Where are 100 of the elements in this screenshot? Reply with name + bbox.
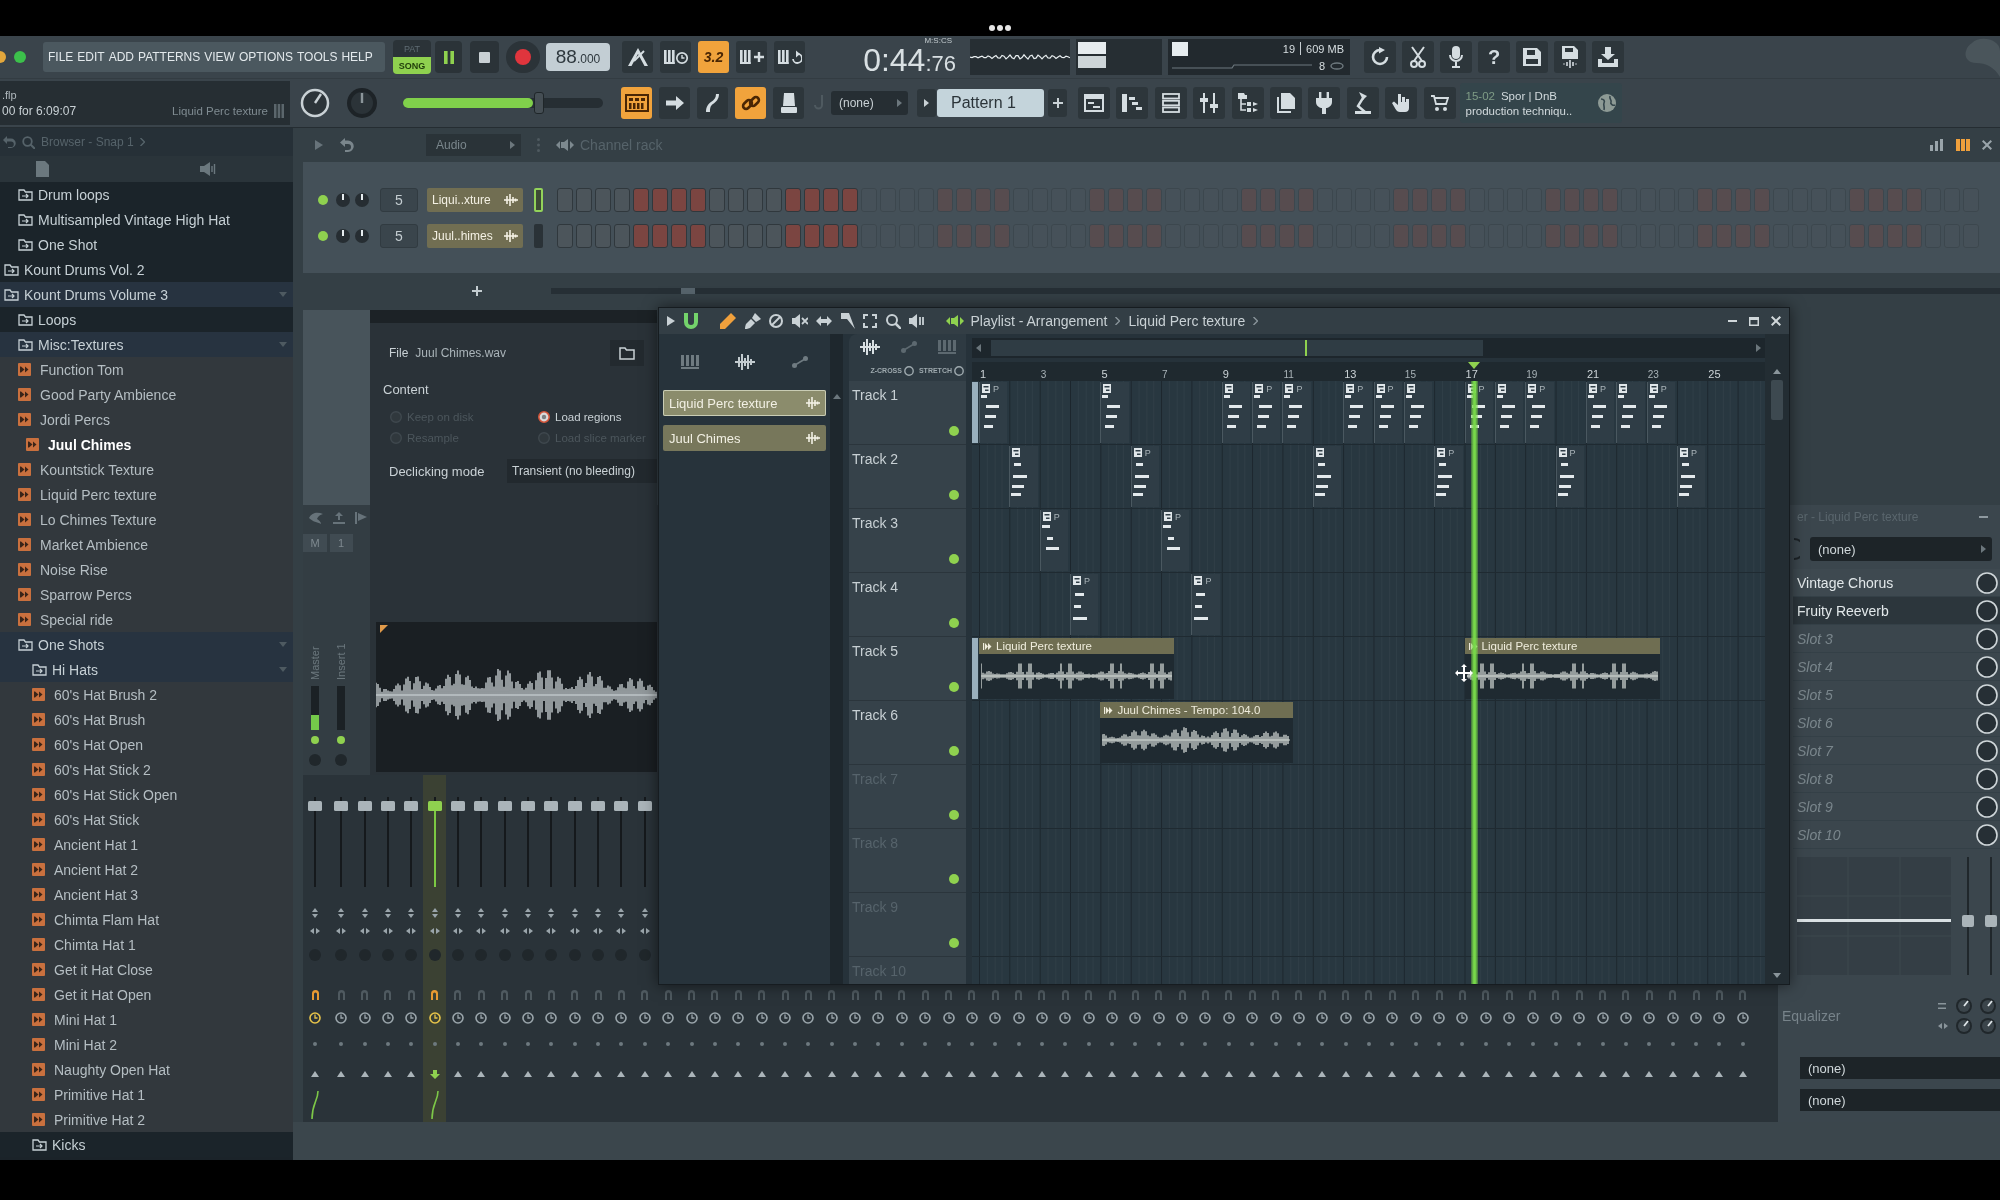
step-button[interactable] — [804, 224, 820, 248]
channel-button[interactable]: Liqui..xture — [427, 188, 523, 212]
triangle-icon[interactable] — [1692, 1071, 1700, 1077]
send-switch-icon[interactable] — [618, 990, 625, 1000]
send-switch-icon[interactable] — [407, 990, 415, 1000]
ring-icon[interactable] — [825, 1012, 838, 1024]
triangle-icon[interactable] — [757, 1071, 766, 1077]
zoom-icon[interactable] — [885, 313, 901, 329]
ring-icon[interactable] — [498, 1012, 511, 1024]
pattern-clip[interactable]: P — [1677, 446, 1706, 507]
pattern-clip[interactable]: P — [1191, 574, 1220, 635]
fader[interactable] — [614, 797, 629, 887]
pattern-clip[interactable]: P — [1555, 446, 1584, 507]
up-down-arrows-icon[interactable] — [501, 908, 508, 918]
upload-icon[interactable] — [333, 512, 345, 524]
toggle-button[interactable] — [735, 87, 766, 119]
audio-clip[interactable]: Liquid Perc texture — [1464, 638, 1660, 699]
arrow-right-icon[interactable] — [1756, 344, 1761, 352]
fader[interactable] — [544, 797, 559, 887]
ring-icon[interactable] — [309, 1012, 321, 1024]
filter-dropdown[interactable]: Audio — [426, 133, 521, 156]
dropdown[interactable]: (none) — [831, 91, 908, 115]
browser-item[interactable]: Get it Hat Open — [0, 982, 293, 1007]
dropdown[interactable]: Transient (no bleeding) — [507, 459, 657, 483]
pattern-play-button[interactable] — [917, 89, 936, 117]
window-button[interactable] — [1193, 87, 1226, 119]
browser-item[interactable]: Ancient Hat 1 — [0, 832, 293, 857]
pattern-clip[interactable]: P — [1373, 382, 1402, 443]
toggle-button[interactable] — [774, 41, 805, 73]
send-switch-icon[interactable] — [898, 990, 906, 1000]
up-down-arrows-icon[interactable] — [408, 908, 415, 918]
triangle-icon[interactable] — [1178, 1071, 1187, 1077]
up-down-arrows-icon[interactable] — [384, 908, 391, 918]
dot-icon[interactable] — [1390, 1042, 1395, 1046]
pencil-icon[interactable] — [720, 313, 736, 329]
fader[interactable] — [637, 797, 652, 887]
knob[interactable] — [336, 229, 350, 243]
ring-icon[interactable] — [1433, 1012, 1446, 1024]
ring-icon[interactable] — [919, 1012, 932, 1024]
speaker-icon[interactable] — [909, 314, 925, 328]
send-switch-icon[interactable] — [734, 990, 742, 1000]
left-right-arrows-icon[interactable] — [546, 928, 557, 934]
led-icon[interactable] — [949, 810, 959, 820]
window-button[interactable] — [1385, 87, 1418, 119]
send-switch-icon[interactable] — [991, 990, 999, 1000]
ring-icon[interactable] — [1199, 1012, 1212, 1024]
dot-icon[interactable] — [1203, 1042, 1208, 1046]
triangle-icon[interactable] — [1598, 1071, 1607, 1077]
up-down-arrows-icon[interactable] — [312, 908, 318, 918]
knob[interactable] — [1980, 998, 1996, 1014]
ring-icon[interactable] — [708, 1012, 721, 1024]
send-switch-icon[interactable] — [1692, 990, 1700, 1000]
triangle-icon[interactable] — [734, 1071, 743, 1077]
menu-item[interactable]: PATTERNS — [138, 50, 201, 64]
ring-icon[interactable] — [1526, 1012, 1539, 1024]
knob[interactable] — [1976, 767, 1998, 790]
dot-icon[interactable] — [455, 1042, 460, 1046]
fader[interactable] — [474, 797, 489, 887]
knob[interactable] — [336, 193, 350, 207]
triangle-icon[interactable] — [640, 1071, 649, 1077]
step-button[interactable] — [652, 188, 668, 212]
effect-slot[interactable]: Fruity Reeverb — [1793, 597, 2000, 625]
fader[interactable] — [450, 797, 465, 887]
triangle-icon[interactable] — [1318, 1071, 1327, 1077]
window-button[interactable] — [1269, 87, 1302, 119]
send-switch-icon[interactable] — [454, 990, 462, 1000]
menu-item[interactable]: TOOLS — [296, 50, 338, 64]
input-dropdown[interactable]: (none) — [1810, 537, 1992, 561]
dot-icon[interactable] — [783, 1042, 787, 1046]
send-switch-icon[interactable] — [664, 990, 672, 1000]
pattern-clip[interactable]: P — [1585, 382, 1615, 443]
ring-icon[interactable] — [1596, 1012, 1609, 1024]
step-button[interactable] — [709, 188, 725, 212]
ring-icon[interactable] — [872, 1012, 885, 1024]
ring-icon[interactable] — [1643, 1012, 1656, 1024]
triangle-icon[interactable] — [1388, 1071, 1397, 1077]
dot-icon[interactable] — [969, 1042, 974, 1046]
step-button[interactable] — [728, 224, 744, 248]
led-icon[interactable] — [337, 736, 346, 744]
timeline-ruler[interactable]: 1 3 5 7 9 11 13 15 17 19 21 23 25 — [972, 362, 1765, 381]
send-switch-icon[interactable] — [1295, 990, 1303, 1000]
browser-item[interactable]: Kount Drums Volume 3 — [0, 282, 293, 307]
dot-icon[interactable] — [1180, 1042, 1185, 1046]
ring-icon[interactable] — [942, 1012, 955, 1024]
track-header[interactable]: Track 4 — [849, 573, 966, 637]
up-down-arrows-icon[interactable] — [361, 908, 368, 918]
triangle-icon[interactable] — [1248, 1071, 1257, 1077]
dot-icon[interactable] — [1320, 1042, 1325, 1046]
dot-icon[interactable] — [1740, 1042, 1745, 1046]
browser-item[interactable]: 60's Hat Brush — [0, 707, 293, 732]
left-right-arrows-icon[interactable] — [499, 928, 510, 934]
knob[interactable] — [1976, 655, 1998, 678]
pattern-clip[interactable]: P — [979, 382, 1008, 443]
pattern-clip[interactable] — [1100, 382, 1129, 443]
dot-icon[interactable] — [1530, 1042, 1535, 1046]
left-right-arrows-icon[interactable] — [452, 928, 463, 934]
triangle-icon[interactable] — [1645, 1071, 1654, 1077]
menu-item[interactable]: EDIT — [77, 50, 105, 64]
ring-icon[interactable] — [568, 1012, 581, 1024]
step-button[interactable] — [576, 188, 592, 212]
